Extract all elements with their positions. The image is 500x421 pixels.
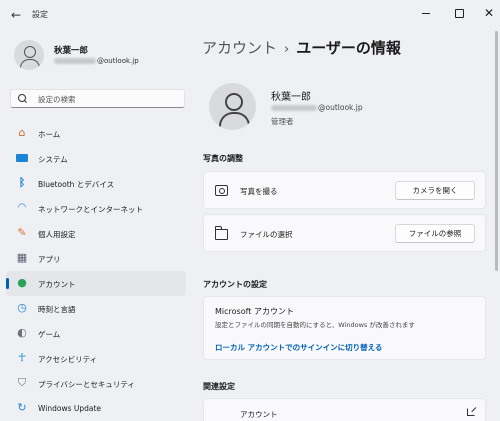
sidebar-item-gaming[interactable]: ◐ ゲーム: [6, 321, 186, 346]
choose-file-label: ファイルの選択: [240, 230, 293, 239]
shield-icon: ⛉: [17, 376, 27, 389]
update-icon: ↻: [17, 401, 27, 414]
sidebar-item-label: 個人用設定: [38, 230, 76, 239]
sidebar-item-label: アカウント: [38, 280, 76, 289]
sidebar-item-label: Windows Update: [38, 404, 102, 413]
minimize-button[interactable]: [418, 5, 434, 21]
gamepad-icon: ◐: [17, 326, 27, 339]
folder-icon: [215, 226, 228, 240]
sidebar-item-system[interactable]: システム: [6, 146, 186, 171]
profile-avatar: [209, 83, 256, 130]
system-icon: [16, 152, 28, 164]
sidebar-user[interactable]: 秋葉一郎 @outlook.jp: [14, 40, 194, 76]
profile-email: @outlook.jp: [271, 103, 363, 112]
browse-files-button[interactable]: ファイルの参照: [395, 224, 475, 243]
bluetooth-icon: ᛒ: [18, 176, 26, 189]
sidebar-item-label: アクセシビリティ: [38, 355, 98, 364]
profile-role: 管理者: [271, 117, 294, 126]
search-icon: [18, 94, 27, 103]
sidebar-item-privacy[interactable]: ⛉ プライバシーとセキュリティ: [6, 371, 186, 396]
section-title-account-settings: アカウントの設定: [203, 280, 267, 289]
redacted-email: [271, 105, 317, 111]
related-accounts-row[interactable]: アカウント: [203, 398, 486, 421]
sidebar-item-label: ネットワークとインターネット: [38, 205, 143, 214]
user-name: 秋葉一郎: [54, 46, 89, 56]
switch-local-account-link[interactable]: ローカル アカウントでのサインインに切り替える: [215, 342, 382, 353]
breadcrumb-parent[interactable]: アカウント: [202, 39, 277, 57]
sidebar-item-network[interactable]: ◠ ネットワークとインターネット: [6, 196, 186, 221]
sidebar-item-label: ゲーム: [38, 330, 61, 339]
section-title-related: 関連設定: [203, 382, 235, 391]
redacted-email: [54, 58, 96, 64]
sidebar-nav: ⌂ ホーム システム ᛒ Bluetooth とデバイス ◠ ネットワークとイン…: [6, 121, 186, 421]
user-email: @outlook.jp: [54, 57, 139, 65]
accounts-icon: [215, 408, 228, 419]
sidebar-item-accounts[interactable]: ● アカウント: [6, 271, 186, 296]
sidebar: 秋葉一郎 @outlook.jp 設定の検索 ⌂ ホーム システム ᛒ Blue…: [0, 30, 195, 421]
avatar: [14, 40, 44, 70]
page-title: ユーザーの情報: [296, 39, 401, 57]
brush-icon: ✎: [17, 226, 27, 239]
sidebar-item-home[interactable]: ⌂ ホーム: [6, 121, 186, 146]
open-camera-button[interactable]: カメラを開く: [395, 181, 475, 200]
external-link-icon: [467, 408, 475, 416]
camera-icon: [215, 185, 228, 196]
ms-account-title: Microsoft アカウント: [215, 307, 294, 316]
back-arrow-icon[interactable]: ←: [8, 7, 24, 23]
profile-header: 秋葉一郎 @outlook.jp 管理者: [209, 83, 489, 131]
section-title-photo: 写真の調整: [203, 154, 243, 163]
wifi-icon: ◠: [17, 202, 27, 213]
sidebar-item-label: プライバシーとセキュリティ: [38, 380, 135, 389]
profile-name: 秋葉一郎: [271, 92, 311, 103]
accessibility-icon: ☥: [17, 351, 27, 364]
sidebar-item-label: システム: [38, 155, 68, 164]
choose-file-row: ファイルの選択 ファイルの参照: [203, 214, 486, 252]
window-title: 設定: [32, 10, 48, 19]
ms-account-description: 設定とファイルの同期を自動的にすると、Windows が改善されます: [215, 321, 415, 329]
scrollbar[interactable]: [495, 31, 498, 271]
sidebar-item-label: 時刻と言語: [38, 305, 76, 314]
maximize-button[interactable]: [451, 5, 467, 21]
title-bar: ← 設定 ✕: [0, 0, 500, 30]
sidebar-item-label: ホーム: [38, 130, 61, 139]
sidebar-item-windows-update[interactable]: ↻ Windows Update: [6, 396, 186, 421]
main-content: アカウント › ユーザーの情報 秋葉一郎 @outlook.jp 管理者 写真の調整…: [195, 30, 495, 421]
sidebar-item-personalization[interactable]: ✎ 個人用設定: [6, 221, 186, 246]
breadcrumb-separator: ›: [284, 42, 290, 57]
microsoft-account-card: Microsoft アカウント 設定とファイルの同期を自動的にすると、Windo…: [203, 296, 486, 360]
sidebar-item-time-language[interactable]: ◷ 時刻と言語: [6, 296, 186, 321]
search-placeholder: 設定の検索: [38, 95, 76, 104]
account-icon: ●: [17, 276, 27, 289]
close-button[interactable]: ✕: [481, 5, 497, 21]
home-icon: ⌂: [18, 126, 26, 139]
sidebar-item-label: アプリ: [38, 255, 61, 264]
clock-globe-icon: ◷: [17, 301, 27, 314]
sidebar-item-label: Bluetooth とデバイス: [38, 180, 115, 189]
sidebar-item-apps[interactable]: ▦ アプリ: [6, 246, 186, 271]
apps-icon: ▦: [16, 251, 28, 264]
take-photo-label: 写真を撮る: [240, 187, 278, 196]
related-accounts-label: アカウント: [240, 410, 278, 419]
breadcrumb: アカウント › ユーザーの情報: [202, 37, 401, 58]
search-input[interactable]: 設定の検索: [10, 89, 185, 108]
sidebar-item-accessibility[interactable]: ☥ アクセシビリティ: [6, 346, 186, 371]
take-photo-row: 写真を撮る カメラを開く: [203, 171, 486, 209]
sidebar-item-bluetooth[interactable]: ᛒ Bluetooth とデバイス: [6, 171, 186, 196]
